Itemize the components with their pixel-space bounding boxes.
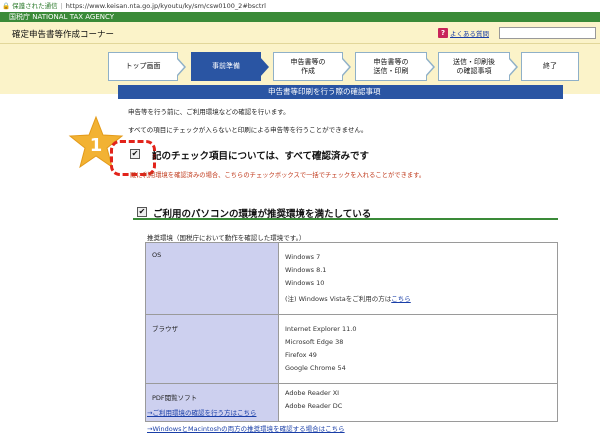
step-label: トップ画面 <box>125 62 161 70</box>
table-category: ブラウザ <box>145 314 279 384</box>
env-heading-row: ✔ ご利用のパソコンの環境が推奨環境を満たしている <box>133 205 558 220</box>
page-title: 確定申告書等作成コーナー <box>12 30 115 40</box>
table-value: Internet Explorer 11.0 <box>285 325 357 333</box>
step-top[interactable]: トップ画面 <box>108 52 186 81</box>
win-mac-env-link[interactable]: →WindowsとMacintoshの両方の推奨環境を確認する場合はこちら <box>147 423 345 433</box>
agency-header: 国税庁 NATIONAL TAX AGENCY <box>0 12 600 22</box>
table-value: Windows 8.1 <box>285 266 327 274</box>
section-header: 申告書等印刷を行う際の確認事項 <box>118 85 563 99</box>
env-checkbox[interactable]: ✔ <box>137 207 147 217</box>
step-send-print[interactable]: 申告書等の 送信・印刷 <box>355 52 435 81</box>
table-value: Windows 7 <box>285 253 321 261</box>
step-label: 事前準備 <box>212 62 240 70</box>
table-note: (注) Windows Vistaをご利用の方はこちら <box>285 295 411 303</box>
table-value: Google Chrome 54 <box>285 364 346 372</box>
table-values: Windows 7 Windows 8.1 Windows 10 (注) Win… <box>278 242 558 315</box>
step-preparation[interactable]: 事前準備 <box>191 52 269 81</box>
step-label: 申告書等の 送信・印刷 <box>373 57 409 75</box>
url-text[interactable]: https://www.keisan.nta.go.jp/kyoutu/ky/s… <box>66 2 266 10</box>
table-values: Adobe Reader XI Adobe Reader DC <box>278 383 558 422</box>
address-bar[interactable]: 🔒 保護された通信 | https://www.keisan.nta.go.jp/ky… <box>0 0 600 12</box>
table-row: ブラウザ Internet Explorer 11.0 Microsoft Ed… <box>145 314 558 384</box>
intro-text-2: すべての項目にチェックが入らないと印刷による申告等を行うことができません。 <box>128 126 368 134</box>
table-value: Firefox 49 <box>285 351 317 359</box>
table-value: Windows 10 <box>285 279 325 287</box>
confirm-all-checkbox[interactable]: ✔ <box>130 149 140 159</box>
env-check-link[interactable]: →ご利用環境の確認を行う方はこちら <box>147 407 256 417</box>
faq-link[interactable]: よくある質問 <box>450 28 489 38</box>
table-value: Microsoft Edge 38 <box>285 338 344 346</box>
confirm-all-note: 既に利用環境を確認済みの場合、こちらのチェックボックスで一括でチェックを入れるこ… <box>130 172 426 179</box>
step-finish[interactable]: 終了 <box>521 52 579 81</box>
env-note: 推奨環境（国税庁において動作を確認した環境です。） <box>147 234 306 242</box>
step-label: 送信・印刷後 の確認事項 <box>453 57 495 75</box>
table-value: Adobe Reader DC <box>285 402 343 410</box>
help-icon[interactable]: ? <box>438 28 448 38</box>
intro-text-1: 申告等を行う前に、ご利用環境などの確認を行います。 <box>128 108 290 116</box>
confirm-all-row: ✔ 記のチェック項目については、すべて確認済みです <box>118 143 558 163</box>
step-label: 申告書等の 作成 <box>290 57 326 75</box>
secure-label: 保護された通信 <box>12 2 58 10</box>
env-table: OS Windows 7 Windows 8.1 Windows 10 (注) … <box>145 242 558 422</box>
title-bar: 確定申告書等作成コーナー ? よくある質問 <box>0 22 600 44</box>
step-after-confirm[interactable]: 送信・印刷後 の確認事項 <box>438 52 518 81</box>
table-value: Adobe Reader XI <box>285 389 340 397</box>
table-values: Internet Explorer 11.0 Microsoft Edge 38… <box>278 314 558 384</box>
env-heading: ご利用のパソコンの環境が推奨環境を満たしている <box>153 209 372 220</box>
step-label: 終了 <box>543 62 557 70</box>
lock-icon: 🔒 <box>2 2 11 10</box>
star-number: 1 <box>90 135 103 156</box>
url-separator: | <box>60 2 63 10</box>
confirm-all-label: 記のチェック項目については、すべて確認済みです <box>152 151 369 162</box>
search-input[interactable] <box>499 27 596 39</box>
vista-link[interactable]: こちら <box>391 295 411 303</box>
table-row: OS Windows 7 Windows 8.1 Windows 10 (注) … <box>145 242 558 315</box>
table-category: OS <box>145 242 279 315</box>
step-create[interactable]: 申告書等の 作成 <box>273 52 351 81</box>
